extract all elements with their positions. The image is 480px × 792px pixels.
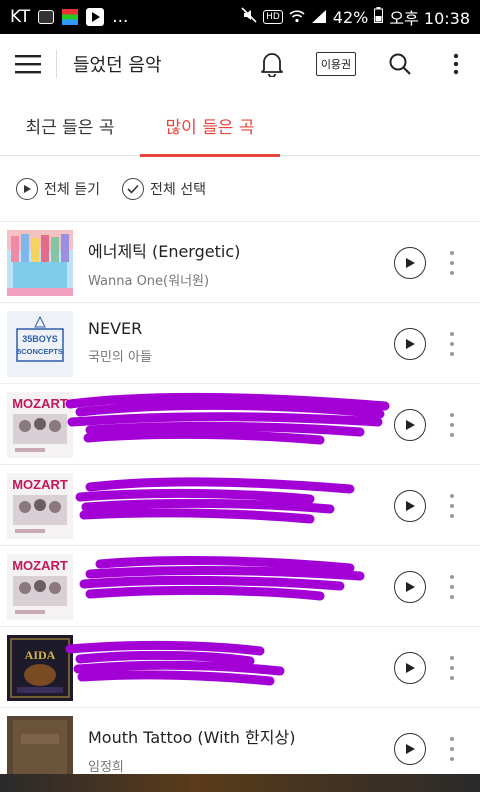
song-row[interactable]: 에너제틱 (Energetic) Wanna One(워너원) bbox=[0, 222, 480, 303]
overflow-menu-button[interactable] bbox=[432, 34, 480, 94]
play-icon bbox=[406, 744, 415, 754]
song-row[interactable]: MOZART bbox=[0, 384, 480, 465]
list-actions: 전체 듣기 전체 선택 bbox=[0, 157, 480, 222]
play-icon bbox=[406, 339, 415, 349]
tab-recent[interactable]: 최근 들은 곡 bbox=[0, 94, 140, 156]
play-button[interactable] bbox=[394, 247, 426, 279]
never-art-text-1: 35BOYS bbox=[22, 334, 58, 344]
select-all-button[interactable]: 전체 선택 bbox=[121, 178, 206, 200]
song-row[interactable]: MOZART bbox=[0, 546, 480, 627]
battery-percent: 42% bbox=[332, 7, 369, 27]
play-button[interactable] bbox=[394, 571, 426, 603]
song-more-button[interactable] bbox=[444, 410, 460, 440]
signal-icon bbox=[311, 8, 327, 27]
hamburger-icon bbox=[15, 55, 41, 74]
play-all-label: 전체 듣기 bbox=[44, 182, 100, 198]
album-art-mozart: MOZART bbox=[7, 554, 73, 620]
mini-player-strip[interactable] bbox=[0, 774, 480, 792]
song-more-button[interactable] bbox=[444, 491, 460, 521]
album-art-mozart: MOZART bbox=[7, 473, 73, 539]
song-more-button[interactable] bbox=[444, 329, 460, 359]
song-artist: Wanna One(워너원) bbox=[88, 274, 210, 289]
clock: 오후 10:38 bbox=[389, 9, 470, 28]
album-art-mozart: MOZART bbox=[7, 392, 73, 458]
play-icon bbox=[406, 582, 415, 592]
play-all-button[interactable]: 전체 듣기 bbox=[16, 178, 100, 200]
play-icon bbox=[406, 258, 415, 268]
song-row[interactable]: 35BOYS 5CONCEPTS NEVER 국민의 아들 bbox=[0, 303, 480, 384]
play-button[interactable] bbox=[394, 733, 426, 765]
page-title: 들었던 음악 bbox=[73, 55, 162, 76]
mozart-art-text: MOZART bbox=[12, 558, 68, 573]
album-art-never: 35BOYS 5CONCEPTS bbox=[7, 311, 73, 377]
play-button[interactable] bbox=[394, 490, 426, 522]
wifi-icon bbox=[289, 8, 305, 27]
play-button[interactable] bbox=[394, 409, 426, 441]
app-bar: 들었던 음악 이용권 bbox=[0, 34, 480, 94]
title-divider bbox=[56, 50, 57, 78]
search-icon bbox=[389, 53, 411, 75]
song-more-button[interactable] bbox=[444, 572, 460, 602]
play-icon bbox=[406, 663, 415, 673]
select-all-label: 전체 선택 bbox=[149, 182, 206, 198]
mozart-art-text: MOZART bbox=[12, 396, 68, 411]
album-art-energetic bbox=[7, 230, 73, 296]
play-circle-icon bbox=[16, 178, 38, 200]
play-button[interactable] bbox=[394, 652, 426, 684]
app-icon bbox=[62, 9, 79, 25]
ticket-button[interactable]: 이용권 bbox=[304, 34, 368, 94]
more-notifications-label: ... bbox=[112, 7, 129, 27]
play-icon bbox=[406, 501, 415, 511]
status-bar: KT ... HD 42% 오후 10:38 bbox=[0, 0, 480, 34]
mute-icon bbox=[241, 7, 257, 27]
song-row[interactable]: AIDA bbox=[0, 627, 480, 708]
song-title: 에너제틱 (Energetic) bbox=[88, 242, 241, 261]
aida-art-text: AIDA bbox=[25, 648, 56, 662]
carrier-label: KT bbox=[10, 7, 31, 27]
notifications-button[interactable] bbox=[240, 34, 304, 94]
song-list: 에너제틱 (Energetic) Wanna One(워너원) 35BOYS 5… bbox=[0, 222, 480, 789]
play-icon bbox=[406, 420, 415, 430]
bell-icon bbox=[261, 53, 283, 77]
menu-button[interactable] bbox=[0, 34, 56, 94]
search-button[interactable] bbox=[368, 34, 432, 94]
messages-icon bbox=[38, 10, 55, 24]
song-artist: 임정희 bbox=[88, 760, 124, 775]
tab-most-played[interactable]: 많이 들은 곡 bbox=[140, 94, 280, 157]
album-art-aida: AIDA bbox=[7, 635, 73, 701]
media-play-icon bbox=[86, 8, 105, 26]
song-more-button[interactable] bbox=[444, 734, 460, 764]
play-button[interactable] bbox=[394, 328, 426, 360]
check-circle-icon bbox=[121, 178, 144, 200]
album-art-mouth-tattoo bbox=[7, 716, 73, 782]
song-title: Mouth Tattoo (With 한지상) bbox=[88, 728, 296, 747]
tab-bar: 최근 들은 곡 많이 들은 곡 bbox=[0, 94, 480, 157]
song-more-button[interactable] bbox=[444, 248, 460, 278]
song-more-button[interactable] bbox=[444, 653, 460, 683]
song-title: NEVER bbox=[88, 319, 143, 338]
mozart-art-text: MOZART bbox=[12, 477, 68, 492]
hd-badge: HD bbox=[263, 10, 283, 24]
song-row[interactable]: MOZART bbox=[0, 465, 480, 546]
never-art-text-2: 5CONCEPTS bbox=[17, 347, 63, 356]
more-vertical-icon bbox=[453, 53, 459, 75]
ticket-label: 이용권 bbox=[315, 52, 357, 76]
song-artist: 국민의 아들 bbox=[88, 350, 152, 365]
battery-icon bbox=[374, 7, 384, 27]
